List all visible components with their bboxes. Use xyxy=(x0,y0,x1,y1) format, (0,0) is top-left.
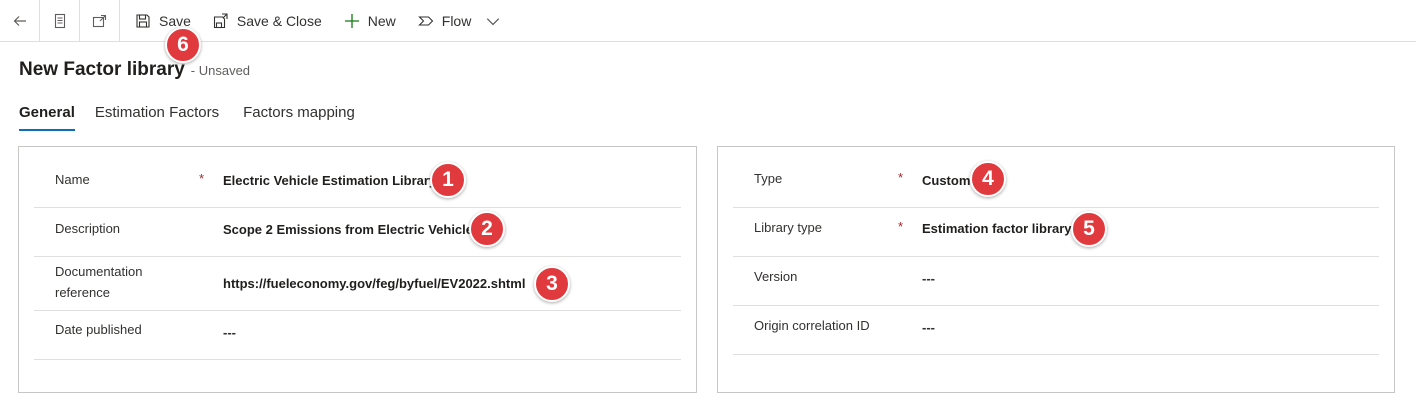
save-and-close-button[interactable]: Save & Close xyxy=(202,0,333,42)
description-field[interactable]: Scope 2 Emissions from Electric Vehicles xyxy=(223,222,480,237)
documentation-reference-field[interactable]: https://fueleconomy.gov/feg/byfuel/EV202… xyxy=(223,276,525,291)
flow-icon xyxy=(417,15,434,26)
save-label: Save xyxy=(159,12,191,29)
library-type-label: Library type xyxy=(754,220,822,235)
callout-badge-5: 5 xyxy=(1071,211,1107,247)
type-label: Type xyxy=(754,171,783,186)
date-published-label: Date published xyxy=(55,322,142,337)
new-label: New xyxy=(367,12,396,29)
callout-badge-4: 4 xyxy=(970,161,1006,197)
save-status: - Unsaved xyxy=(190,63,251,78)
form-view-icon[interactable] xyxy=(40,0,80,42)
required-marker: * xyxy=(898,219,904,234)
new-button[interactable]: New xyxy=(333,0,407,42)
callout-badge-6: 6 xyxy=(165,27,201,63)
form-tabs: General Estimation Factors Factors mappi… xyxy=(19,104,379,131)
general-left-section: Name * Electric Vehicle Estimation Libra… xyxy=(18,146,697,393)
field-row-type: Type * Custom xyxy=(733,159,1379,208)
save-close-icon xyxy=(213,12,228,28)
general-right-section: Type * Custom Library type * Estimation … xyxy=(717,146,1395,393)
field-row-documentation-reference: Documentation reference https://fuelecon… xyxy=(34,257,681,311)
field-row-date-published: Date published --- xyxy=(34,311,681,360)
origin-correlation-id-label: Origin correlation ID xyxy=(754,318,870,333)
documentation-reference-label: Documentation reference xyxy=(55,264,143,300)
save-and-close-label: Save & Close xyxy=(236,12,322,29)
field-row-origin-correlation-id: Origin correlation ID --- xyxy=(733,306,1379,355)
back-arrow-icon[interactable] xyxy=(0,0,40,42)
name-field[interactable]: Electric Vehicle Estimation Library xyxy=(223,173,436,188)
open-in-new-window-icon[interactable] xyxy=(80,0,120,42)
required-marker: * xyxy=(898,170,904,185)
callout-badge-2: 2 xyxy=(469,211,505,247)
page-title: New Factor library xyxy=(19,59,185,80)
tab-factors-mapping[interactable]: Factors mapping xyxy=(243,104,355,131)
callout-badge-1: 1 xyxy=(430,162,466,198)
command-bar: Save Save & Close New Flow xyxy=(0,0,1416,42)
description-label: Description xyxy=(55,221,121,236)
field-row-description: Description Scope 2 Emissions from Elect… xyxy=(34,208,681,257)
version-label: Version xyxy=(754,269,798,284)
save-icon xyxy=(136,13,150,28)
tab-general[interactable]: General xyxy=(19,104,75,131)
chevron-down-icon[interactable] xyxy=(485,13,501,29)
type-field[interactable]: Custom xyxy=(922,173,970,188)
tab-estimation-factors[interactable]: Estimation Factors xyxy=(95,104,219,131)
field-row-library-type: Library type * Estimation factor library xyxy=(733,208,1379,257)
plus-icon xyxy=(344,13,359,28)
required-marker: * xyxy=(199,171,205,186)
field-row-version: Version --- xyxy=(733,257,1379,306)
flow-label: Flow xyxy=(441,12,472,29)
field-row-name: Name * Electric Vehicle Estimation Libra… xyxy=(34,159,681,208)
callout-badge-3: 3 xyxy=(534,266,570,302)
date-published-field[interactable]: --- xyxy=(223,325,236,340)
library-type-field[interactable]: Estimation factor library xyxy=(922,221,1072,236)
origin-correlation-id-field[interactable]: --- xyxy=(922,320,935,335)
flow-button[interactable]: Flow xyxy=(407,0,521,42)
version-field[interactable]: --- xyxy=(922,271,935,286)
name-label: Name xyxy=(55,172,90,187)
page-header: New Factor library - Unsaved xyxy=(19,59,250,81)
